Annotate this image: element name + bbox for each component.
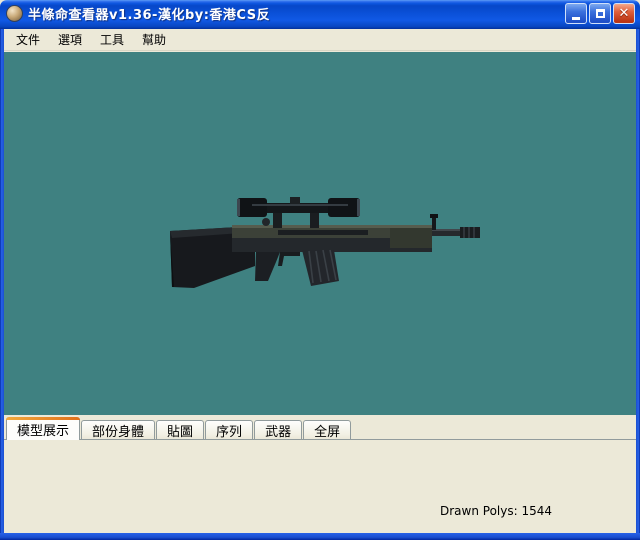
close-button[interactable]: ✕ <box>613 3 635 24</box>
minimize-button[interactable] <box>565 3 587 24</box>
tab-label: 模型展示 <box>17 424 70 439</box>
minimize-icon <box>572 17 580 20</box>
tab-sequences[interactable]: 序列 <box>205 420 254 440</box>
maximize-icon <box>595 9 605 18</box>
tab-body-parts[interactable]: 部份身體 <box>81 420 156 440</box>
menu-help[interactable]: 幫助 <box>134 29 174 50</box>
tab-strip: 模型展示 部份身體 貼圖 序列 武器 全屏 <box>6 417 352 440</box>
model-viewport[interactable] <box>4 52 636 415</box>
tab-label: 貼圖 <box>167 425 194 440</box>
tab-label: 序列 <box>216 425 243 440</box>
tab-model-display[interactable]: 模型展示 <box>6 417 81 440</box>
control-panel: 模型展示 部份身體 貼圖 序列 武器 全屏 渲染模式 貼圖渲染 可視度: 100… <box>4 415 636 533</box>
titlebar[interactable]: 半條命查看器v1.36-漢化by:香港CS反 ✕ <box>0 0 640 29</box>
tab-weapons[interactable]: 武器 <box>254 420 303 440</box>
app-icon <box>6 5 23 22</box>
menu-file[interactable]: 文件 <box>8 29 48 50</box>
window-border-bottom <box>0 533 640 540</box>
maximize-button[interactable] <box>589 3 611 24</box>
menubar: 文件 選項 工具 幫助 <box>4 29 636 51</box>
close-icon: ✕ <box>618 6 630 21</box>
menu-tools[interactable]: 工具 <box>92 29 132 50</box>
tab-fullscreen[interactable]: 全屏 <box>303 420 352 440</box>
drawn-polys-status: Drawn Polys: 1544 <box>440 504 552 518</box>
tab-page-model-display <box>4 439 636 533</box>
menu-options[interactable]: 選項 <box>50 29 90 50</box>
window-border-right <box>636 29 640 540</box>
tab-label: 全屏 <box>314 425 341 440</box>
tab-label: 武器 <box>265 425 292 440</box>
window-title: 半條命查看器v1.36-漢化by:香港CS反 <box>28 8 271 23</box>
tab-label: 部份身體 <box>92 425 145 440</box>
app-window: 半條命查看器v1.36-漢化by:香港CS反 ✕ 文件 選項 工具 幫助 模型展… <box>0 0 640 540</box>
rifle-model-image <box>170 197 480 288</box>
tab-textures[interactable]: 貼圖 <box>156 420 205 440</box>
